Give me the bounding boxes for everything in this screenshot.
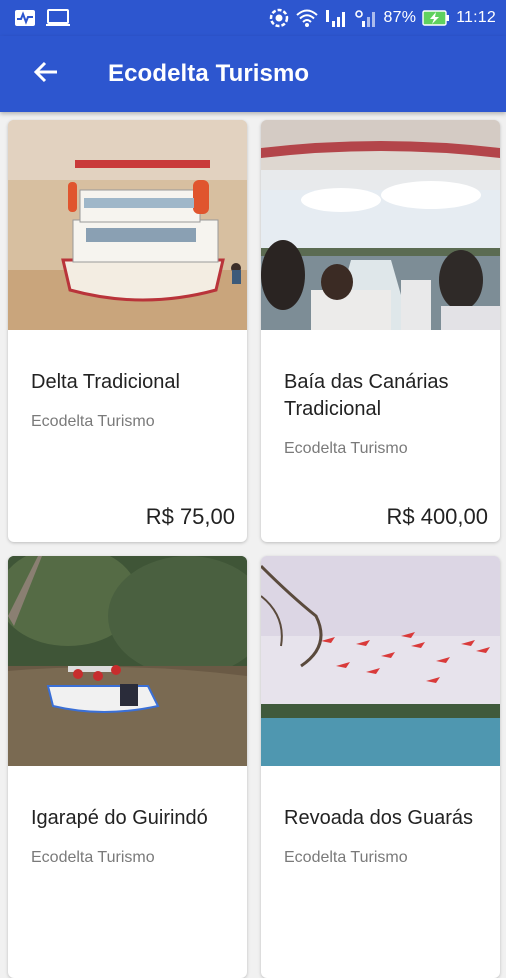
sync-icon xyxy=(268,7,290,29)
tour-title: Revoada dos Guarás Ecodelta Turismo xyxy=(284,805,488,868)
activity-icon xyxy=(14,9,36,27)
signal-icon xyxy=(324,7,348,29)
arrow-back-icon xyxy=(33,60,59,89)
tour-grid: Delta Tradicional Ecodelta Turismo R$ 75… xyxy=(8,120,500,978)
signal-2-icon xyxy=(354,7,378,29)
clock: 11:12 xyxy=(456,9,496,26)
tour-company: Ecodelta Turismo xyxy=(284,849,408,866)
status-bar: 87% 11:12 xyxy=(0,0,506,36)
battery-charging-icon xyxy=(422,10,450,26)
tour-card[interactable]: Delta Tradicional Ecodelta Turismo R$ 75… xyxy=(8,120,247,542)
tour-title: Baía das Canárias Tradicional Ecodelta T… xyxy=(284,369,488,459)
wifi-icon xyxy=(295,8,318,28)
cast-icon xyxy=(46,9,70,27)
status-right: 87% 11:12 xyxy=(268,7,496,29)
page-title: Ecodelta Turismo xyxy=(108,60,310,87)
tour-image-speedboat xyxy=(261,120,500,330)
tour-card[interactable]: Igarapé do Guirindó Ecodelta Turismo xyxy=(8,556,247,978)
tour-price: R$ 75,00 xyxy=(145,504,235,529)
tour-title: Delta Tradicional Ecodelta Turismo xyxy=(31,369,235,432)
tour-price: R$ 400,00 xyxy=(386,504,488,529)
tour-card[interactable]: Baía das Canárias Tradicional Ecodelta T… xyxy=(261,120,500,542)
tour-card[interactable]: Revoada dos Guarás Ecodelta Turismo xyxy=(261,556,500,978)
battery-percent: 87% xyxy=(383,9,417,26)
status-left xyxy=(14,9,70,27)
tour-company: Ecodelta Turismo xyxy=(31,849,155,866)
back-button[interactable] xyxy=(16,44,76,104)
tour-company: Ecodelta Turismo xyxy=(31,413,155,430)
tour-image-ibis xyxy=(261,556,500,766)
tour-image-jetboat xyxy=(8,556,247,766)
app-bar: Ecodelta Turismo xyxy=(0,36,506,112)
tour-company: Ecodelta Turismo xyxy=(284,440,408,457)
tour-image-boat xyxy=(8,120,247,330)
tour-title: Igarapé do Guirindó Ecodelta Turismo xyxy=(31,805,235,868)
